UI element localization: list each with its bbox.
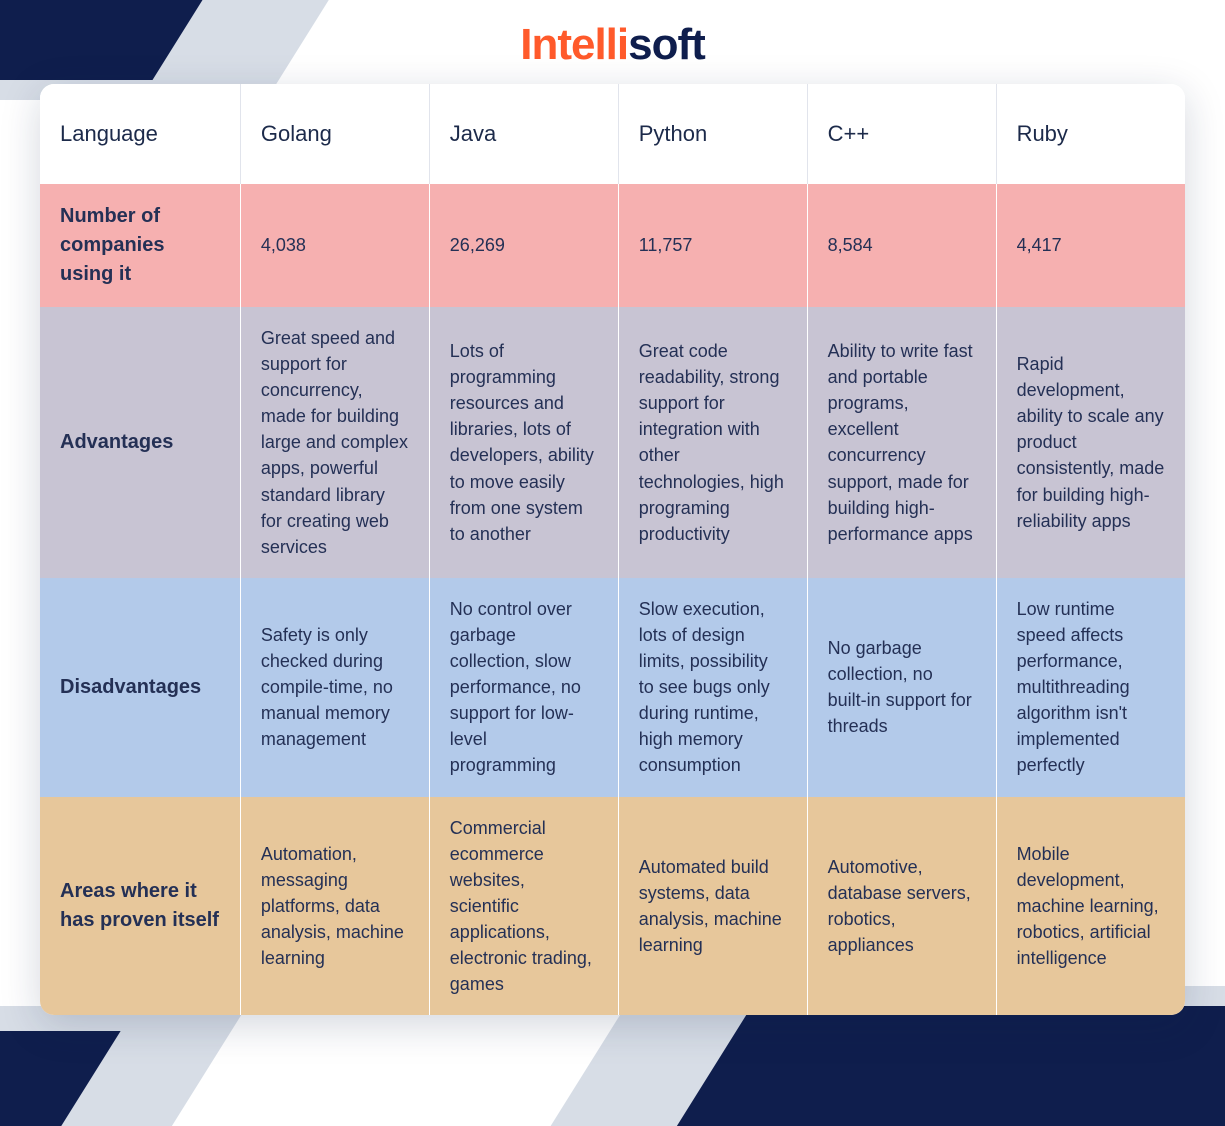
cell-companies-ruby: 4,417 bbox=[996, 184, 1185, 307]
header-ruby: Ruby bbox=[996, 84, 1185, 184]
cell-companies-python: 11,757 bbox=[618, 184, 807, 307]
table-header-row: Language Golang Java Python C++ Ruby bbox=[40, 84, 1185, 184]
cell-areas-python: Automated build systems, data analysis, … bbox=[618, 797, 807, 1016]
header-java: Java bbox=[429, 84, 618, 184]
cell-areas-cpp: Automotive, database servers, robotics, … bbox=[807, 797, 996, 1016]
header-python: Python bbox=[618, 84, 807, 184]
cell-disadvantages-golang: Safety is only checked during compile-ti… bbox=[240, 578, 429, 797]
row-companies: Number of companies using it 4,038 26,26… bbox=[40, 184, 1185, 307]
row-areas: Areas where it has proven itself Automat… bbox=[40, 797, 1185, 1016]
cell-disadvantages-ruby: Low runtime speed affects performance, m… bbox=[996, 578, 1185, 797]
row-disadvantages-label: Disadvantages bbox=[40, 578, 240, 797]
row-areas-label: Areas where it has proven itself bbox=[40, 797, 240, 1016]
cell-companies-cpp: 8,584 bbox=[807, 184, 996, 307]
cell-advantages-python: Great code readability, strong support f… bbox=[618, 307, 807, 578]
cell-areas-golang: Automation, messaging platforms, data an… bbox=[240, 797, 429, 1016]
cell-disadvantages-python: Slow execution, lots of design limits, p… bbox=[618, 578, 807, 797]
cell-areas-ruby: Mobile development, machine learning, ro… bbox=[996, 797, 1185, 1016]
row-advantages-label: Advantages bbox=[40, 307, 240, 578]
cell-advantages-golang: Great speed and support for concurrency,… bbox=[240, 307, 429, 578]
cell-disadvantages-cpp: No garbage collection, no built-in suppo… bbox=[807, 578, 996, 797]
row-companies-label: Number of companies using it bbox=[40, 184, 240, 307]
header-language: Language bbox=[40, 84, 240, 184]
header-golang: Golang bbox=[240, 84, 429, 184]
cell-companies-java: 26,269 bbox=[429, 184, 618, 307]
cell-areas-java: Commercial ecommerce websites, scientifi… bbox=[429, 797, 618, 1016]
cell-advantages-ruby: Rapid development, ability to scale any … bbox=[996, 307, 1185, 578]
cell-advantages-cpp: Ability to write fast and portable progr… bbox=[807, 307, 996, 578]
comparison-table: Language Golang Java Python C++ Ruby Num… bbox=[40, 84, 1185, 1015]
cell-companies-golang: 4,038 bbox=[240, 184, 429, 307]
cell-disadvantages-java: No control over garbage collection, slow… bbox=[429, 578, 618, 797]
header-cpp: C++ bbox=[807, 84, 996, 184]
comparison-card: Language Golang Java Python C++ Ruby Num… bbox=[40, 84, 1185, 1015]
brand-logo: Intellisoft bbox=[520, 20, 705, 70]
row-disadvantages: Disadvantages Safety is only checked dur… bbox=[40, 578, 1185, 797]
brand-logo-part1: Intelli bbox=[520, 20, 628, 69]
row-advantages: Advantages Great speed and support for c… bbox=[40, 307, 1185, 578]
brand-logo-part2: soft bbox=[628, 20, 705, 69]
cell-advantages-java: Lots of programming resources and librar… bbox=[429, 307, 618, 578]
